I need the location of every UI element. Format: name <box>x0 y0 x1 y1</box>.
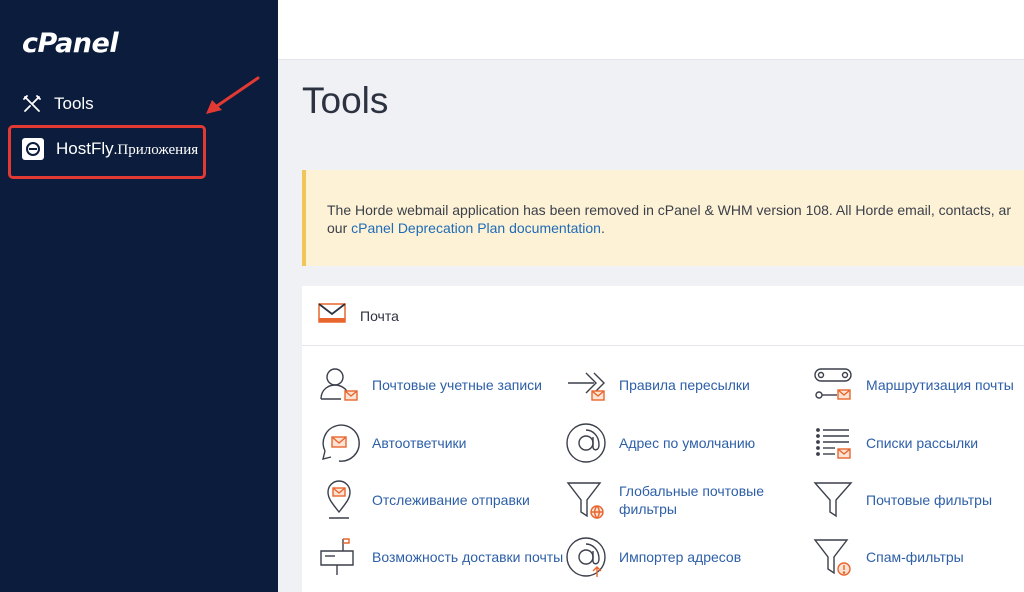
sidebar: cPanel Tools HostFly.Приложения <box>0 0 278 592</box>
item-label: Почтовые фильтры <box>866 492 993 508</box>
spam-filters-icon <box>810 534 856 580</box>
annotation-arrow-icon <box>206 76 260 114</box>
mail-section-header[interactable]: Почта <box>302 286 1024 346</box>
email-filters-link[interactable]: Почтовые фильтры <box>810 477 992 523</box>
item-label: Правила пересылки <box>619 377 750 393</box>
spam-filters-link[interactable]: Спам-фильтры <box>810 534 964 580</box>
deprecation-plan-link[interactable]: cPanel Deprecation Plan documentation <box>351 220 601 236</box>
global-filters-link[interactable]: Глобальные почтовые фильтры <box>563 477 779 523</box>
notice-text-3: . <box>600 220 605 236</box>
sidebar-item-tools[interactable]: Tools <box>22 94 94 114</box>
track-delivery-link[interactable]: Отслеживание отправки <box>316 477 530 523</box>
address-importer-link[interactable]: Импортер адресов <box>563 534 741 580</box>
top-bar <box>278 0 1024 60</box>
envelope-icon <box>318 303 346 328</box>
email-accounts-link[interactable]: Почтовые учетные записи <box>316 362 542 408</box>
mailing-lists-link[interactable]: Списки рассылки <box>810 420 978 466</box>
deliverability-icon <box>316 534 362 580</box>
autoresponders-icon <box>316 420 362 466</box>
item-label: Почтовые учетные записи <box>372 377 542 393</box>
global-filters-icon <box>563 477 609 523</box>
mail-section-title: Почта <box>360 307 399 324</box>
mailing-lists-icon <box>810 420 856 466</box>
mail-section: Почта Почтовые учетные записи Правила пе… <box>302 286 1024 592</box>
notice-text: The Horde webmail application has been r… <box>327 202 1011 218</box>
forwarders-link[interactable]: Правила пересылки <box>563 362 750 408</box>
track-delivery-icon <box>316 477 362 523</box>
item-label: Автоответчики <box>372 435 467 451</box>
cpanel-logo[interactable]: cPanel <box>22 28 119 59</box>
page-title: Tools <box>302 80 389 121</box>
notice-text-2: our <box>327 220 352 236</box>
forwarders-icon <box>563 362 609 408</box>
autoresponders-link[interactable]: Автоответчики <box>316 420 466 466</box>
deprecation-notice: The Horde webmail application has been r… <box>302 170 1024 266</box>
email-routing-link[interactable]: Маршрутизация почты <box>810 362 1014 408</box>
address-importer-icon <box>563 534 609 580</box>
default-address-icon <box>563 420 609 466</box>
item-label: Адрес по умолчанию <box>619 435 756 451</box>
sidebar-item-label: Tools <box>54 94 94 113</box>
tools-icon <box>22 94 42 114</box>
default-address-link[interactable]: Адрес по умолчанию <box>563 420 755 466</box>
email-filters-icon <box>810 477 856 523</box>
email-accounts-icon <box>316 362 362 408</box>
item-label: Маршрутизация почты <box>866 377 1014 393</box>
item-label: Импортер адресов <box>619 549 742 565</box>
item-label: Глобальные почтовые фильтры <box>619 483 765 517</box>
deliverability-link[interactable]: Возможность доставки почты <box>316 534 563 580</box>
item-label: Спам-фильтры <box>866 549 964 565</box>
email-routing-icon <box>810 362 856 408</box>
item-label: Списки рассылки <box>866 435 979 451</box>
item-label: Возможность доставки почты <box>372 549 564 565</box>
item-label: Отслеживание отправки <box>372 492 530 508</box>
highlight-box <box>8 125 206 179</box>
